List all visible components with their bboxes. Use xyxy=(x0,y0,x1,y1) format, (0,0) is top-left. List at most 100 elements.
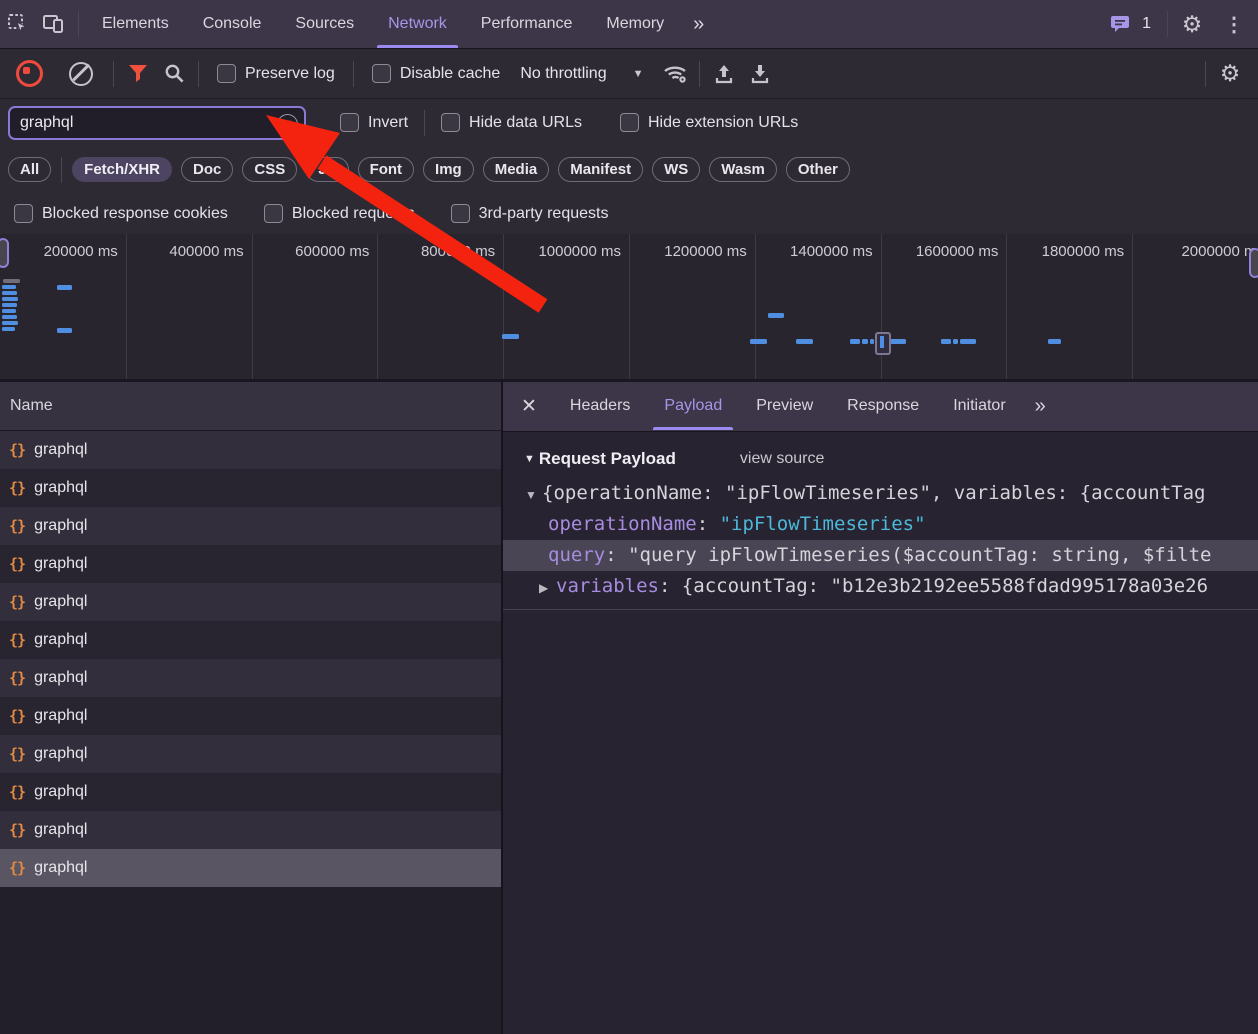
payload-line[interactable]: query: "query ipFlowTimeseries($accountT… xyxy=(503,540,1258,571)
timeline-request-bar[interactable] xyxy=(750,339,767,344)
blocked-requests-checkbox[interactable]: Blocked requests xyxy=(264,204,415,223)
hide-extension-urls-checkbox[interactable]: Hide extension URLs xyxy=(620,113,798,132)
timeline-request-bar[interactable] xyxy=(1048,339,1061,344)
checkbox-box[interactable] xyxy=(372,64,391,83)
filter-input[interactable] xyxy=(8,106,306,140)
expand-open-icon[interactable]: ▼ xyxy=(525,480,542,509)
chip-css[interactable]: CSS xyxy=(242,157,297,182)
checkbox-box[interactable] xyxy=(217,64,236,83)
tab-network[interactable]: Network xyxy=(371,0,464,48)
chip-other[interactable]: Other xyxy=(786,157,850,182)
request-row[interactable]: {}graphql xyxy=(0,431,501,469)
timeline-request-bar[interactable] xyxy=(2,285,16,289)
filter-funnel-icon[interactable] xyxy=(120,56,156,92)
issues-count[interactable]: 1 xyxy=(1142,15,1151,33)
checkbox-box[interactable] xyxy=(340,113,359,132)
timeline-request-bar[interactable] xyxy=(889,339,906,344)
request-row[interactable]: {}graphql xyxy=(0,621,501,659)
request-row[interactable]: {}graphql xyxy=(0,583,501,621)
timeline-request-bar[interactable] xyxy=(2,327,15,331)
timeline-request-bar[interactable] xyxy=(2,297,18,301)
chip-img[interactable]: Img xyxy=(423,157,474,182)
invert-checkbox[interactable]: Invert xyxy=(340,113,408,132)
issues-message-icon[interactable] xyxy=(1102,6,1138,42)
timeline-request-bar[interactable] xyxy=(57,328,72,333)
tab-console[interactable]: Console xyxy=(186,0,279,48)
timeline-request-bar[interactable] xyxy=(2,315,17,319)
timeline-request-bar[interactable] xyxy=(2,291,17,295)
import-har-icon[interactable] xyxy=(706,56,742,92)
settings-gear-icon[interactable]: ⚙ xyxy=(1174,6,1210,42)
payload-line[interactable]: operationName: "ipFlowTimeseries" xyxy=(503,509,1258,540)
overflow-menu-icon[interactable]: ⋮ xyxy=(1210,12,1258,37)
more-tabs-icon[interactable]: » xyxy=(681,13,714,36)
checkbox-box[interactable] xyxy=(14,204,33,223)
view-source-link[interactable]: view source xyxy=(740,450,824,468)
chip-font[interactable]: Font xyxy=(358,157,414,182)
checkbox-box[interactable] xyxy=(264,204,283,223)
request-row[interactable]: {}graphql xyxy=(0,697,501,735)
chip-js[interactable]: JS xyxy=(306,157,348,182)
timeline-request-bar[interactable] xyxy=(502,334,519,339)
details-tab-preview[interactable]: Preview xyxy=(739,382,830,430)
details-tab-payload[interactable]: Payload xyxy=(647,382,739,430)
timeline-right-handle[interactable] xyxy=(1249,248,1258,278)
chip-media[interactable]: Media xyxy=(483,157,550,182)
timeline-request-bar[interactable] xyxy=(953,339,958,344)
timeline-request-bar[interactable] xyxy=(796,339,813,344)
chip-all[interactable]: All xyxy=(8,157,51,182)
name-column-header[interactable]: Name xyxy=(0,382,501,431)
chip-doc[interactable]: Doc xyxy=(181,157,233,182)
timeline-left-handle[interactable] xyxy=(0,238,9,268)
clear-network-log-icon[interactable] xyxy=(69,62,93,86)
timeline-request-bar[interactable] xyxy=(57,285,72,290)
timeline-request-bar[interactable] xyxy=(768,313,784,318)
payload-line[interactable]: ▼{operationName: "ipFlowTimeseries", var… xyxy=(503,478,1258,509)
tab-elements[interactable]: Elements xyxy=(85,0,186,48)
expand-closed-icon[interactable]: ▶ xyxy=(539,573,556,602)
request-row[interactable]: {}graphql xyxy=(0,773,501,811)
close-details-icon[interactable]: ✕ xyxy=(503,395,553,418)
details-tab-headers[interactable]: Headers xyxy=(553,382,647,430)
timeline-request-bar[interactable] xyxy=(870,339,874,344)
clear-filter-icon[interactable]: ✕ xyxy=(277,114,298,135)
device-toolbar-icon[interactable] xyxy=(36,6,72,42)
timeline-request-bar[interactable] xyxy=(3,279,20,283)
timeline-request-bar[interactable] xyxy=(2,309,16,313)
chip-ws[interactable]: WS xyxy=(652,157,700,182)
inspect-element-icon[interactable] xyxy=(0,6,36,42)
details-tab-initiator[interactable]: Initiator xyxy=(936,382,1022,430)
details-tab-response[interactable]: Response xyxy=(830,382,936,430)
-rd-party-requests-checkbox[interactable]: 3rd-party requests xyxy=(451,204,609,223)
network-overview-timeline[interactable]: 200000 ms400000 ms600000 ms800000 ms1000… xyxy=(0,234,1258,382)
tab-performance[interactable]: Performance xyxy=(464,0,590,48)
throttling-dropdown[interactable]: No throttling ▼ xyxy=(520,65,643,83)
request-row[interactable]: {}graphql xyxy=(0,659,501,697)
preserve-log-checkbox[interactable]: Preserve log xyxy=(217,64,335,83)
network-settings-gear-icon[interactable]: ⚙ xyxy=(1212,56,1248,92)
request-row[interactable]: {}graphql xyxy=(0,469,501,507)
export-har-icon[interactable] xyxy=(742,56,778,92)
request-row[interactable]: {}graphql xyxy=(0,735,501,773)
request-row[interactable]: {}graphql xyxy=(0,849,501,887)
tab-memory[interactable]: Memory xyxy=(589,0,681,48)
network-conditions-icon[interactable] xyxy=(657,56,693,92)
payload-line[interactable]: ▶variables: {accountTag: "b12e3b2192ee55… xyxy=(503,571,1258,602)
request-row[interactable]: {}graphql xyxy=(0,811,501,849)
checkbox-box[interactable] xyxy=(620,113,639,132)
disable-cache-checkbox[interactable]: Disable cache xyxy=(372,64,501,83)
search-icon[interactable] xyxy=(156,56,192,92)
blocked-response-cookies-checkbox[interactable]: Blocked response cookies xyxy=(14,204,228,223)
request-row[interactable]: {}graphql xyxy=(0,545,501,583)
chip-manifest[interactable]: Manifest xyxy=(558,157,643,182)
timeline-request-bar[interactable] xyxy=(960,339,976,344)
timeline-request-bar[interactable] xyxy=(2,321,18,325)
request-payload-title[interactable]: ▼ Request Payload xyxy=(524,449,676,469)
checkbox-box[interactable] xyxy=(451,204,470,223)
timeline-request-bar[interactable] xyxy=(862,339,868,344)
timeline-request-bar[interactable] xyxy=(941,339,951,344)
checkbox-box[interactable] xyxy=(441,113,460,132)
hide-data-urls-checkbox[interactable]: Hide data URLs xyxy=(441,113,582,132)
timeline-request-bar[interactable] xyxy=(850,339,860,344)
chip-fetchxhr[interactable]: Fetch/XHR xyxy=(72,157,172,182)
